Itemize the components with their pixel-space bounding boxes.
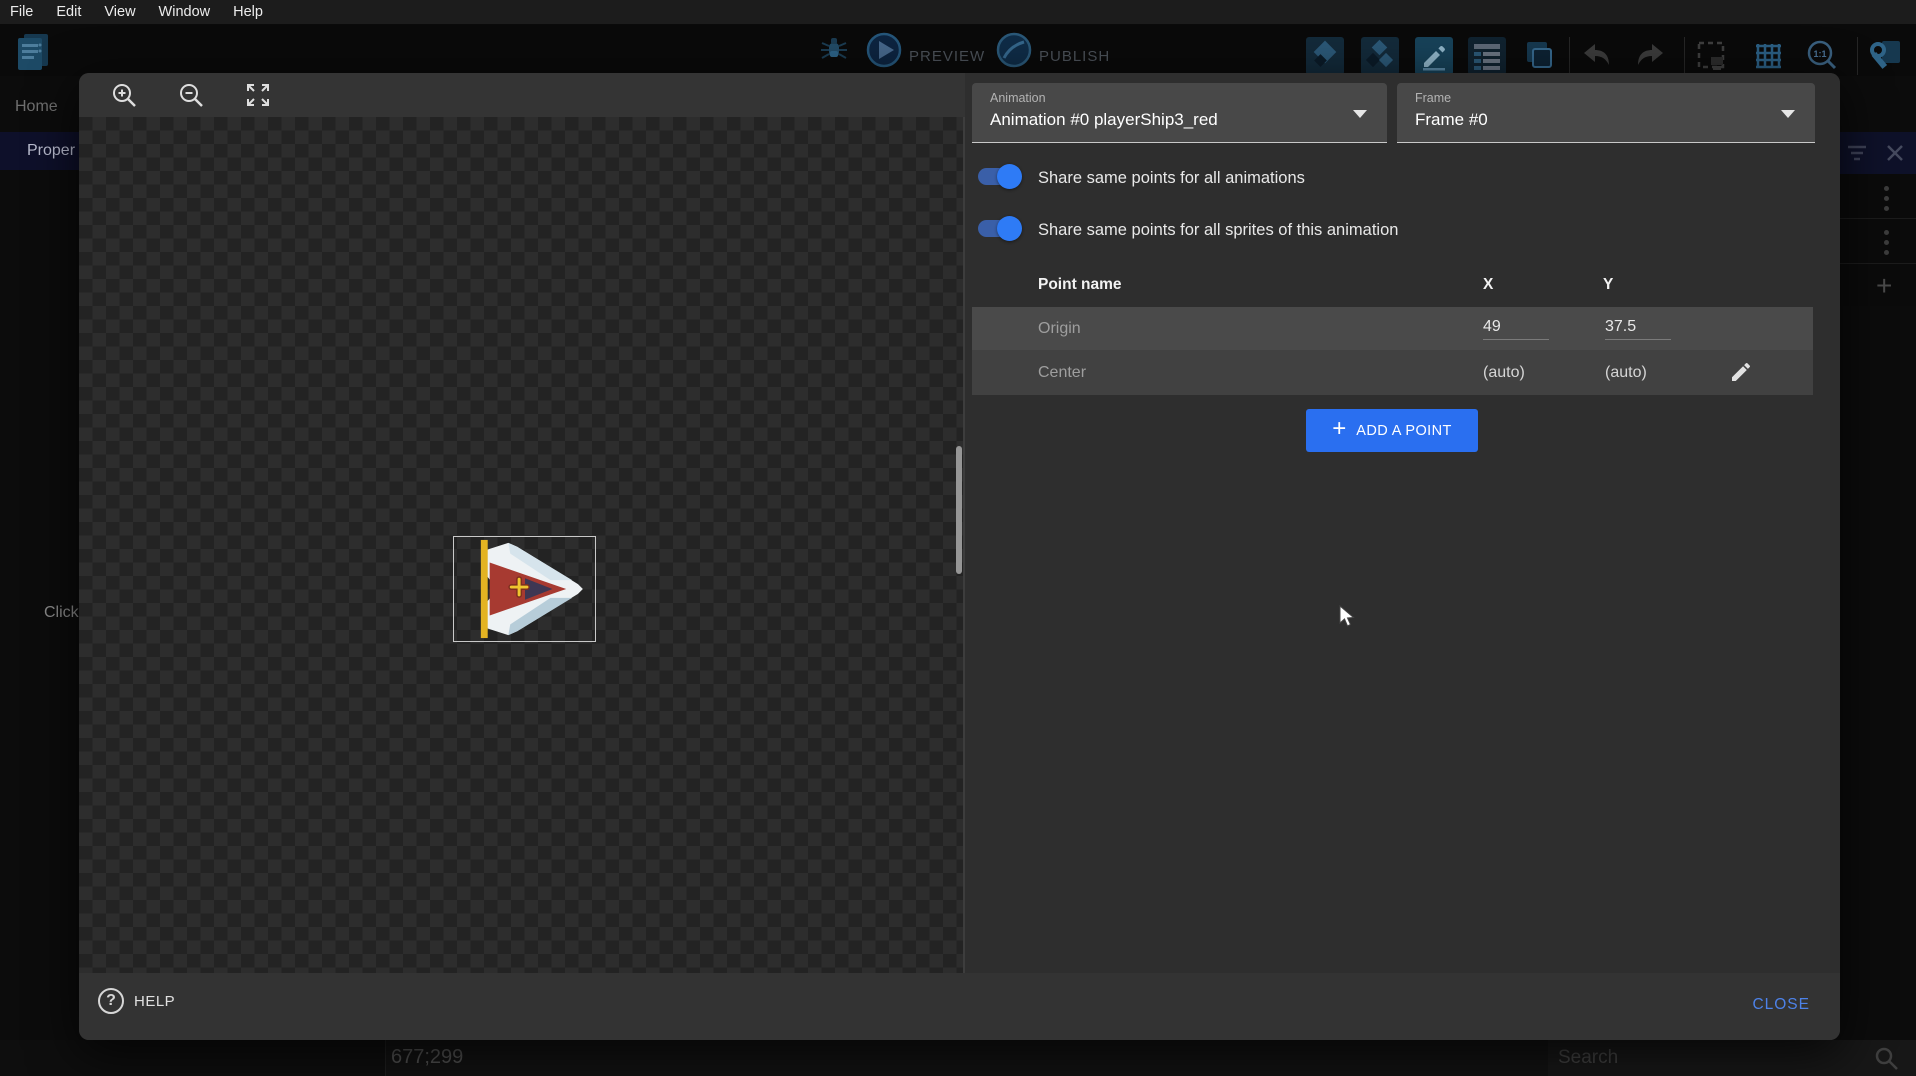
chevron-down-icon [1353,110,1367,118]
zoom-out-icon[interactable] [176,80,206,110]
sprite-selection-box[interactable] [453,536,596,642]
edit-points-dialog: Animation Animation #0 playerShip3_red F… [79,73,1840,1040]
share-points-all-sprites-label: Share same points for all sprites of thi… [1038,221,1398,240]
add-a-point-button[interactable]: + ADD A POINT [1306,409,1478,452]
search-placeholder: Search [1558,1047,1618,1069]
mask-icon[interactable] [1692,37,1730,75]
column-header-point-name: Point name [1038,276,1122,294]
toolbar-divider [1569,37,1570,75]
dialog-footer [79,973,1840,1040]
help-icon: ? [98,988,124,1014]
events-list-icon[interactable] [1468,37,1506,75]
grid-icon[interactable] [1750,37,1788,75]
add-row-icon[interactable]: + [1876,270,1892,302]
point-name: Origin [1038,320,1081,338]
layers-icon[interactable] [1519,37,1557,75]
menu-edit[interactable]: Edit [56,4,94,20]
toolbar-divider [1857,37,1858,75]
mouse-cursor [1339,605,1356,629]
animation-select[interactable]: Animation Animation #0 playerShip3_red [972,83,1387,143]
edit-scene-icon[interactable] [1415,37,1453,75]
player-ship-sprite [454,537,595,641]
close-button[interactable]: CLOSE [1752,996,1810,1014]
menu-file[interactable]: File [10,4,46,20]
bg-panel-rows: + [1840,174,1916,306]
tab-properties-label: Proper [27,142,75,160]
help-label: HELP [134,993,175,1010]
toggle-knob [997,216,1022,241]
canvas-toolbar [79,73,965,117]
sprite-canvas[interactable] [79,117,965,973]
scrollbar-thumb[interactable] [956,446,962,574]
tab-home[interactable]: Home [15,98,58,116]
origin-x-input[interactable]: 49 [1483,318,1549,340]
kebab-menu-icon[interactable] [1884,230,1889,255]
toolbar-divider [1684,37,1685,75]
canvas-hint-text: Click [44,604,80,622]
close-panel-icon[interactable] [1886,144,1904,162]
app-window: File Edit View Window Help [0,0,1916,1076]
table-row-center[interactable]: Center (auto) (auto) [972,350,1813,395]
animation-select-label: Animation [990,91,1046,105]
chevron-down-icon [1781,110,1795,118]
column-header-x: X [1483,276,1493,294]
add-a-point-label: ADD A POINT [1356,423,1451,439]
status-bar: 677;299 Search [0,1040,1916,1076]
objects-list-icon[interactable] [1361,37,1399,75]
search-icon [1874,1046,1900,1072]
animation-select-value: Animation #0 playerShip3_red [990,110,1218,130]
frame-select[interactable]: Frame Frame #0 [1397,83,1815,143]
menu-view[interactable]: View [104,4,148,20]
table-row-origin[interactable]: Origin 49 37.5 [972,307,1813,350]
center-x-value: (auto) [1483,364,1549,382]
kebab-menu-icon[interactable] [1884,186,1889,211]
edit-pencil-icon[interactable] [1729,360,1753,384]
bg-panel-header [1840,132,1916,174]
tab-properties[interactable]: Proper [0,132,79,170]
redo-icon[interactable] [1631,37,1669,75]
zoom-1-1-icon[interactable]: 1:1 [1802,37,1844,75]
frame-select-value: Frame #0 [1415,110,1488,130]
center-y-value: (auto) [1605,364,1671,382]
help-button[interactable]: ? HELP [98,988,175,1014]
menu-help[interactable]: Help [233,4,276,20]
menu-bar: File Edit View Window Help [0,0,1916,24]
plus-icon: + [1332,417,1346,441]
zoom-in-icon[interactable] [109,80,139,110]
undo-icon[interactable] [1578,37,1616,75]
points-panel: Animation Animation #0 playerShip3_red F… [965,73,1840,973]
toggle-knob [997,164,1022,189]
fit-to-screen-icon[interactable] [243,80,273,110]
settings-wrench-icon[interactable] [1866,37,1904,75]
filter-icon[interactable] [1846,144,1868,162]
toolbar-icon-group: 1:1 [0,37,1916,75]
svg-text:1:1: 1:1 [1813,49,1826,59]
share-points-all-sprites-toggle[interactable] [978,220,1019,237]
editor-toolbar: PREVIEW PUBLISH [0,24,1916,76]
point-name: Center [1038,364,1086,382]
objects-search-field[interactable]: Search [1548,1040,1916,1076]
share-points-all-animations-toggle[interactable] [978,168,1019,185]
column-header-y: Y [1603,276,1613,294]
cursor-coordinates: 677;299 [391,1046,463,1069]
share-points-all-animations-label: Share same points for all animations [1038,169,1305,188]
open-object-icon[interactable] [1306,37,1344,75]
origin-y-input[interactable]: 37.5 [1605,318,1671,340]
menu-window[interactable]: Window [159,4,224,20]
status-bar-left [0,1040,386,1076]
frame-select-label: Frame [1415,91,1451,105]
